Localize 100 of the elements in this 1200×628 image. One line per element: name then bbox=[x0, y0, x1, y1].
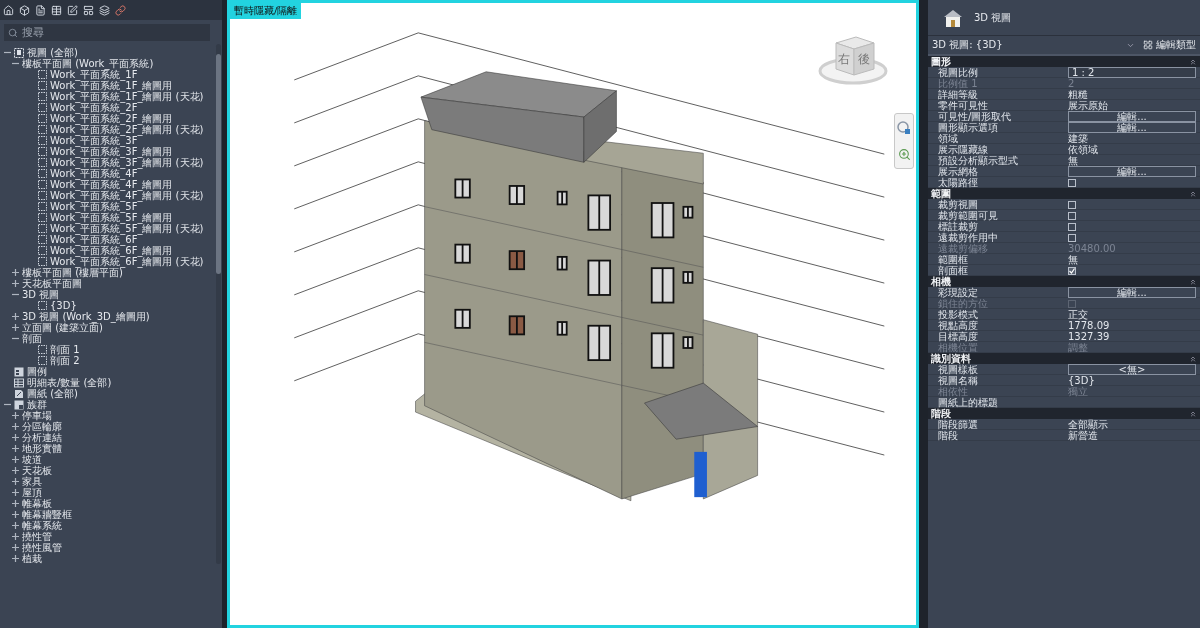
type-selector[interactable]: 3D 視圖: {3D} bbox=[932, 38, 1139, 52]
checkbox[interactable] bbox=[1068, 200, 1076, 209]
edit-button[interactable]: 編輯... bbox=[1068, 287, 1196, 298]
tree-item[interactable]: 植栽 bbox=[22, 553, 42, 564]
tree-item[interactable]: Work_平面系統_1F_繪圖用 bbox=[50, 80, 173, 91]
tree-item[interactable]: 剖面 1 bbox=[50, 344, 80, 355]
tree-item[interactable]: Work_平面系統_1F_繪圖用 (天花) bbox=[50, 91, 204, 102]
collapse-icon[interactable] bbox=[3, 49, 11, 56]
tree-item[interactable]: 圖例 bbox=[27, 366, 47, 377]
edit-button[interactable]: 編輯... bbox=[1068, 111, 1196, 122]
value-field[interactable]: 1 : 2 bbox=[1068, 67, 1196, 78]
expand-icon[interactable] bbox=[11, 456, 19, 463]
collapse-icon[interactable] bbox=[3, 401, 11, 408]
document-icon[interactable] bbox=[35, 4, 46, 16]
scrollbar[interactable] bbox=[216, 44, 221, 564]
tree-item[interactable]: 停車場 bbox=[22, 410, 52, 421]
collapse-icon[interactable] bbox=[11, 335, 19, 342]
expand-icon[interactable] bbox=[11, 434, 19, 441]
expand-icon[interactable] bbox=[11, 269, 19, 276]
edit-type-button[interactable]: 編輯類型 bbox=[1143, 38, 1196, 52]
checkbox[interactable] bbox=[1068, 211, 1076, 220]
layers-icon[interactable] bbox=[99, 4, 110, 16]
search-field[interactable]: 搜尋 bbox=[4, 24, 210, 41]
tree-item[interactable]: Work_平面系統_4F_繪圖用 (天花) bbox=[50, 190, 204, 201]
expand-icon[interactable] bbox=[11, 445, 19, 452]
expand-icon[interactable] bbox=[11, 280, 19, 287]
checkbox[interactable] bbox=[1068, 266, 1076, 275]
tree-item[interactable]: Work_平面系統_3F_繪圖用 bbox=[50, 146, 173, 157]
tree-item[interactable]: 明細表/數量 (全部) bbox=[27, 377, 112, 388]
house-icon[interactable] bbox=[3, 4, 14, 16]
tree-item[interactable]: 撓性管 bbox=[22, 531, 52, 542]
checkbox[interactable] bbox=[1068, 222, 1076, 231]
expand-icon[interactable] bbox=[11, 313, 19, 320]
expand-icon[interactable] bbox=[11, 533, 19, 540]
tree-item[interactable]: 家具 bbox=[22, 476, 42, 487]
expand-icon[interactable] bbox=[11, 500, 19, 507]
collapse-icon[interactable] bbox=[1189, 277, 1197, 286]
tree-item[interactable]: Work_平面系統_4F_繪圖用 bbox=[50, 179, 173, 190]
tree-item[interactable]: {3D} bbox=[50, 300, 77, 311]
tree-item[interactable]: 屋頂 bbox=[22, 487, 42, 498]
expand-icon[interactable] bbox=[11, 467, 19, 474]
tree-item[interactable]: Work_平面系統_2F_繪圖用 bbox=[50, 113, 173, 124]
collapse-icon[interactable] bbox=[1189, 189, 1197, 198]
tree-item[interactable]: 樓板平面圖 (Work_平面系統) bbox=[22, 58, 154, 69]
navigation-wheel-icon[interactable] bbox=[897, 120, 911, 135]
section-header[interactable]: 相機 bbox=[928, 276, 1200, 287]
cube-icon[interactable] bbox=[19, 4, 30, 16]
tree-item[interactable]: Work_平面系統_3F bbox=[50, 135, 138, 146]
tree-item[interactable]: 圖紙 (全部) bbox=[27, 388, 78, 399]
tree-item[interactable]: 3D 視圖 (Work_3D_繪圖用) bbox=[22, 311, 150, 322]
tree-item[interactable]: Work_平面系統_2F bbox=[50, 102, 138, 113]
expand-icon[interactable] bbox=[11, 423, 19, 430]
collapse-icon[interactable] bbox=[1189, 354, 1197, 363]
tree-item[interactable]: Work_平面系統_6F_繪圖用 bbox=[50, 245, 173, 256]
tree-item[interactable]: Work_平面系統_5F_繪圖用 (天花) bbox=[50, 223, 204, 234]
edit-button[interactable]: <無> bbox=[1068, 364, 1196, 375]
section-header[interactable]: 階段 bbox=[928, 408, 1200, 419]
tree-item[interactable]: 剖面 bbox=[22, 333, 42, 344]
tree-item[interactable]: Work_平面系統_3F_繪圖用 (天花) bbox=[50, 157, 204, 168]
tree-item[interactable]: 3D 視圖 bbox=[22, 289, 60, 300]
tree-item[interactable]: 帷幕板 bbox=[22, 498, 52, 509]
expand-icon[interactable] bbox=[11, 412, 19, 419]
expand-icon[interactable] bbox=[11, 478, 19, 485]
tree-item[interactable]: Work_平面系統_1F bbox=[50, 69, 138, 80]
tree-item[interactable]: 帷幕系統 bbox=[22, 520, 62, 531]
tree-item[interactable]: 分區輪廓 bbox=[22, 421, 62, 432]
tree-item[interactable]: 族群 bbox=[27, 399, 47, 410]
section-header[interactable]: 範圍 bbox=[928, 188, 1200, 199]
expand-icon[interactable] bbox=[11, 489, 19, 496]
collapse-icon[interactable] bbox=[11, 60, 19, 67]
zoom-icon[interactable] bbox=[897, 148, 911, 162]
collapse-icon[interactable] bbox=[1189, 409, 1197, 418]
section-header[interactable]: 圖形 bbox=[928, 56, 1200, 67]
tree-item[interactable]: 天花板平面圖 bbox=[22, 278, 82, 289]
tree-item[interactable]: 撓性風管 bbox=[22, 542, 62, 553]
pencil-icon[interactable] bbox=[67, 4, 78, 16]
tree-item[interactable]: 視圖 (全部) bbox=[27, 47, 78, 58]
tree-item[interactable]: 天花板 bbox=[22, 465, 52, 476]
3d-view-canvas[interactable]: 暫時隱藏/隔離 右 後 bbox=[227, 0, 919, 628]
expand-icon[interactable] bbox=[11, 555, 19, 562]
tree-item[interactable]: 分析連結 bbox=[22, 432, 62, 443]
collapse-icon[interactable] bbox=[1189, 57, 1197, 66]
tree-item[interactable]: Work_平面系統_2F_繪圖用 (天花) bbox=[50, 124, 204, 135]
checkbox[interactable] bbox=[1068, 178, 1076, 187]
tree-item[interactable]: 立面圖 (建築立面) bbox=[22, 322, 103, 333]
edit-button[interactable]: 編輯... bbox=[1068, 166, 1196, 177]
checkbox[interactable] bbox=[1068, 233, 1076, 242]
expand-icon[interactable] bbox=[11, 511, 19, 518]
tree-item[interactable]: Work_平面系統_4F bbox=[50, 168, 138, 179]
tree-item[interactable]: 地形實體 bbox=[22, 443, 62, 454]
collapse-icon[interactable] bbox=[11, 291, 19, 298]
tree-item[interactable]: 坡道 bbox=[22, 454, 42, 465]
tree-item[interactable]: 樓板平面圖 (樓層平面) bbox=[22, 267, 123, 278]
panel-icon[interactable] bbox=[83, 4, 94, 16]
tree-item[interactable]: Work_平面系統_5F_繪圖用 bbox=[50, 212, 173, 223]
expand-icon[interactable] bbox=[11, 544, 19, 551]
table-icon[interactable] bbox=[51, 4, 62, 16]
tree-item[interactable]: Work_平面系統_5F bbox=[50, 201, 138, 212]
expand-icon[interactable] bbox=[11, 522, 19, 529]
tree-item[interactable]: 剖面 2 bbox=[50, 355, 80, 366]
